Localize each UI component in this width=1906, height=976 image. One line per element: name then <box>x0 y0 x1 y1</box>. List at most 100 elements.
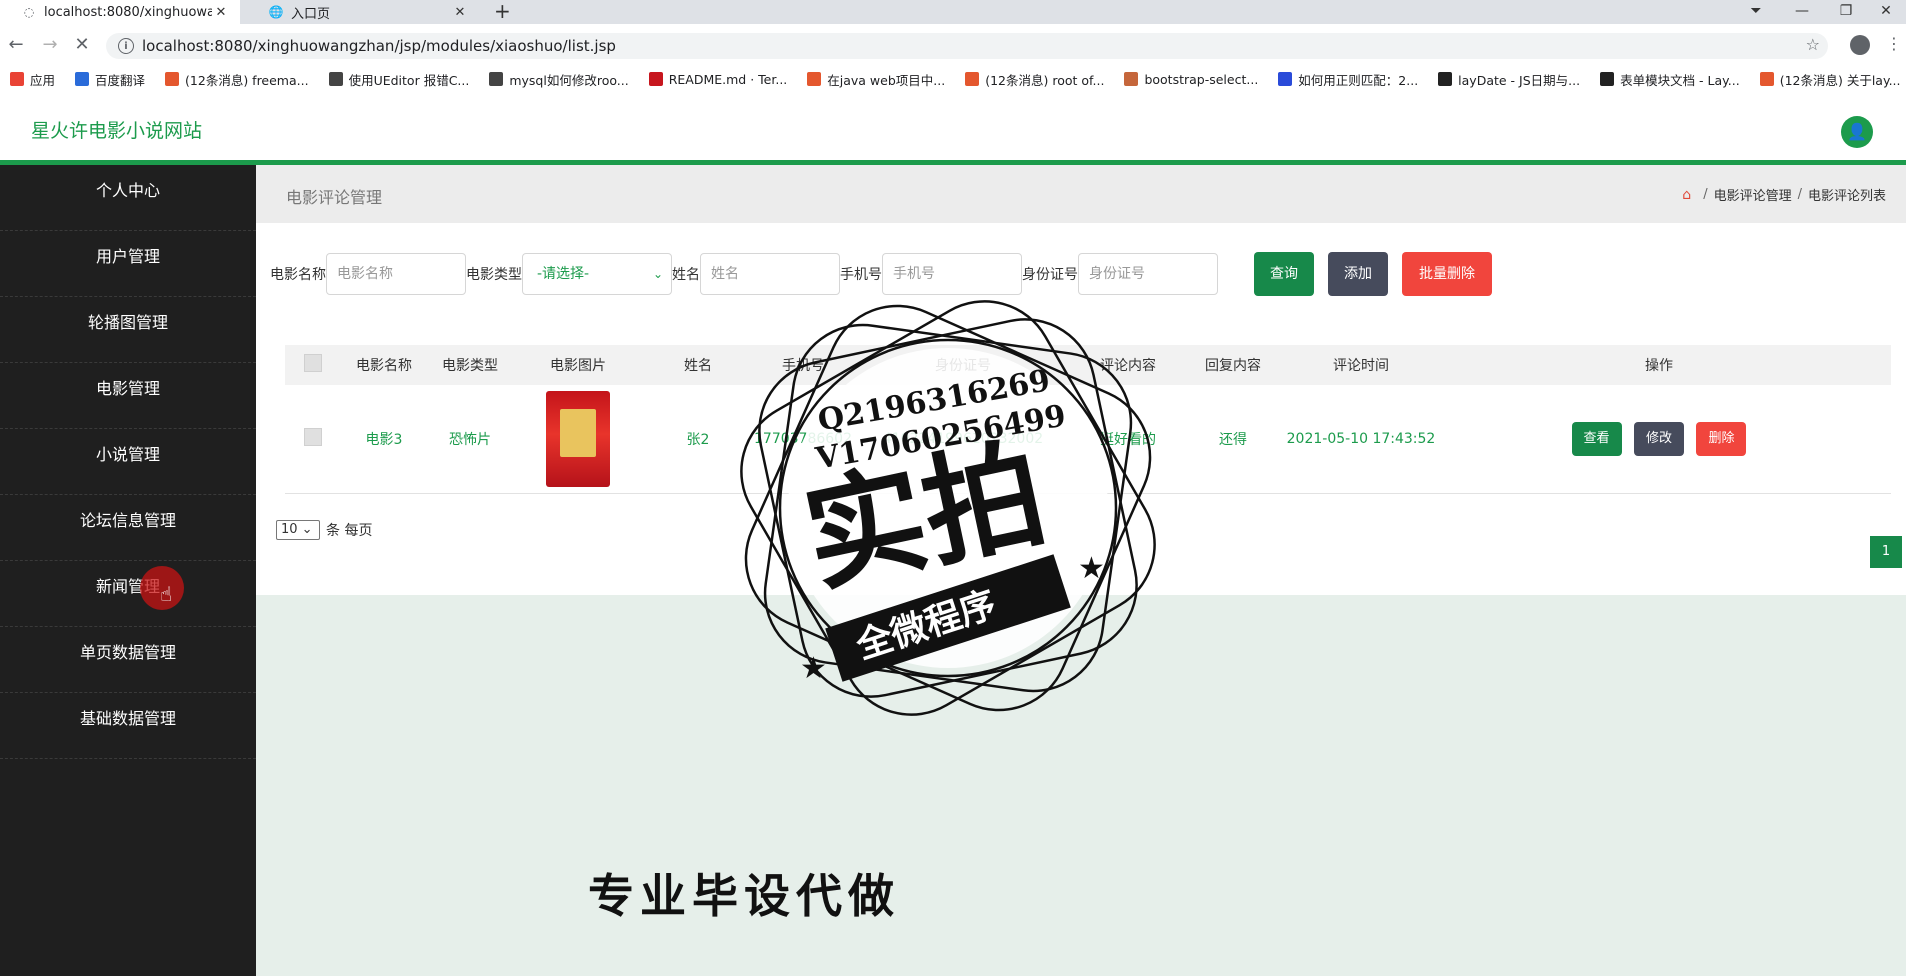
sidebar-item-news-management[interactable]: 新闻管理 <box>0 561 256 627</box>
delete-button[interactable]: 删除 <box>1696 422 1747 456</box>
browser-tab[interactable]: 🌐 入口页 ✕ <box>247 0 479 24</box>
sidebar-item-forum-management[interactable]: 论坛信息管理 <box>0 495 256 561</box>
browser-tab-active[interactable]: ◌ localhost:8080/xinghuowangzi ✕ <box>0 0 240 24</box>
browser-tab-bar: ◌ localhost:8080/xinghuowangzi ✕ 🌐 入口页 ✕… <box>0 0 1906 24</box>
tab-search-icon[interactable]: ⏷ <box>1736 0 1776 24</box>
url-text: localhost:8080/xinghuowangzhan/jsp/modul… <box>142 37 616 55</box>
new-tab-button[interactable]: + <box>494 0 511 24</box>
movie-type-label: 电影类型 <box>466 267 522 283</box>
bookmark-favicon-icon <box>807 72 822 86</box>
breadcrumb-separator: / <box>1703 187 1708 202</box>
restore-icon[interactable]: ❐ <box>1826 0 1866 24</box>
bookmark-label: 使用UEditor 报错C... <box>348 72 470 88</box>
globe-icon: 🌐 <box>268 5 284 19</box>
column-header: 电影图片 <box>550 358 606 374</box>
chevron-down-icon: ⌄ <box>652 267 663 281</box>
name-label: 姓名 <box>672 267 700 283</box>
stop-loading-icon[interactable]: ✕ <box>70 33 94 57</box>
bookmark-item[interactable]: bootstrap-select... <box>1124 72 1258 87</box>
site-info-icon[interactable]: i <box>118 38 134 54</box>
bottom-promo-text: 专业毕设代做 <box>588 869 900 923</box>
bookmark-star-icon[interactable]: ☆ <box>1806 35 1820 54</box>
close-tab-icon[interactable]: ✕ <box>212 5 230 20</box>
bookmark-item[interactable]: 在java web项目中... <box>807 70 945 89</box>
query-button[interactable]: 查询 <box>1254 252 1314 296</box>
bookmark-favicon-icon <box>965 72 980 86</box>
movie-type-select[interactable]: -请选择- ⌄ <box>522 253 672 295</box>
minimize-icon[interactable]: — <box>1782 0 1822 24</box>
bookmark-favicon-icon <box>10 72 24 86</box>
row-checkbox[interactable] <box>304 428 322 446</box>
address-bar-row: ← → ✕ i localhost:8080/xinghuowangzhan/j… <box>0 24 1906 66</box>
cell-movie-name: 电影3 <box>365 432 403 448</box>
movie-name-input[interactable]: 电影名称 <box>326 253 466 295</box>
site-title: 星火许电影小说网站 <box>31 120 203 142</box>
bookmark-favicon-icon <box>489 72 504 86</box>
bookmark-favicon-icon <box>1600 72 1615 86</box>
breadcrumb-item: 电影评论列表 <box>1807 189 1886 204</box>
edit-button[interactable]: 修改 <box>1633 422 1684 456</box>
bookmark-label: (12条消息) freema... <box>185 72 309 88</box>
bookmark-favicon-icon <box>328 72 343 86</box>
bookmark-item[interactable]: README.md · Ter... <box>648 71 788 87</box>
bookmark-item[interactable]: 如何用正则匹配：2... <box>1278 70 1418 89</box>
page-size-label: 条 每页 <box>326 523 373 539</box>
add-button[interactable]: 添加 <box>1328 252 1388 296</box>
close-tab-icon[interactable]: ✕ <box>451 5 469 20</box>
page-title: 电影评论管理 <box>286 188 383 207</box>
page-number-button[interactable]: 1 <box>1870 536 1902 568</box>
profile-icon[interactable] <box>1850 35 1870 55</box>
view-button[interactable]: 查看 <box>1571 422 1622 456</box>
browser-menu-icon[interactable]: ⋮ <box>1886 33 1902 55</box>
breadcrumb: ⌂ / 电影评论管理 / 电影评论列表 <box>1682 185 1886 205</box>
tab-title: localhost:8080/xinghuowangzi <box>44 4 212 20</box>
bookmark-item[interactable]: (12条消息) root of... <box>965 70 1104 89</box>
bookmark-item[interactable]: (12条消息) 关于lay... <box>1759 70 1901 89</box>
bookmark-favicon-icon <box>1759 72 1774 86</box>
bookmark-item[interactable]: 应用 <box>10 70 55 89</box>
sidebar-item-single-page-management[interactable]: 单页数据管理 <box>0 627 256 693</box>
sidebar-item-user-management[interactable]: 用户管理 <box>0 231 256 297</box>
sidebar-item-carousel-management[interactable]: 轮播图管理 <box>0 297 256 363</box>
cell-reply: 还得 <box>1219 432 1247 448</box>
column-header: 评论时间 <box>1333 358 1389 374</box>
loading-icon: ◌ <box>23 5 35 19</box>
bookmark-item[interactable]: (12条消息) freema... <box>165 70 309 89</box>
home-icon[interactable]: ⌂ <box>1682 187 1691 203</box>
bookmark-item[interactable]: 百度翻译 <box>75 70 145 89</box>
bookmark-item[interactable]: 表单模块文档 - Lay... <box>1600 70 1740 89</box>
sidebar-item-basic-data-management[interactable]: 基础数据管理 <box>0 693 256 759</box>
forward-icon[interactable]: → <box>38 33 62 57</box>
column-header: 操作 <box>1645 358 1673 374</box>
bookmark-label: 在java web项目中... <box>827 72 946 88</box>
batch-delete-button[interactable]: 批量删除 <box>1402 252 1492 296</box>
bookmark-label: 百度翻译 <box>95 72 146 88</box>
user-avatar-icon[interactable]: 👤 <box>1841 116 1873 148</box>
bookmark-label: 应用 <box>30 72 56 88</box>
movie-name-label: 电影名称 <box>270 267 326 283</box>
hand-cursor-icon: ☝ <box>160 582 173 606</box>
tab-title: 入口页 <box>291 6 331 22</box>
sidebar-item-personal-center[interactable]: 个人中心 <box>0 165 256 231</box>
sidebar-item-movie-management[interactable]: 电影管理 <box>0 363 256 429</box>
bookmark-label: 如何用正则匹配：2... <box>1298 72 1419 88</box>
bookmark-item[interactable]: mysql如何修改roo... <box>489 70 629 89</box>
bookmark-favicon-icon <box>165 72 180 86</box>
movie-poster-image <box>546 391 610 487</box>
sidebar-item-novel-management[interactable]: 小说管理 <box>0 429 256 495</box>
column-header: 电影类型 <box>442 358 498 374</box>
select-all-checkbox[interactable] <box>304 354 322 372</box>
bookmark-label: README.md · Ter... <box>668 71 788 87</box>
back-icon[interactable]: ← <box>4 33 28 57</box>
url-field[interactable]: i localhost:8080/xinghuowangzhan/jsp/mod… <box>106 33 1828 59</box>
bookmarks-bar: 应用 百度翻译 (12条消息) freema... 使用UEditor 报错C... m… <box>0 66 1906 92</box>
watermark-stamp: Q2196316269 V17060256499 实拍 全微程序 ★ ★ <box>740 300 1156 716</box>
bookmark-favicon-icon <box>648 72 663 86</box>
breadcrumb-item[interactable]: 电影评论管理 <box>1714 185 1792 204</box>
bookmark-label: (12条消息) 关于lay... <box>1779 72 1901 88</box>
bookmark-item[interactable]: 使用UEditor 报错C... <box>328 70 470 89</box>
bookmark-favicon-icon <box>1124 72 1139 86</box>
bookmark-item[interactable]: layDate - JS日期与... <box>1438 70 1580 89</box>
window-close-icon[interactable]: ✕ <box>1866 0 1906 24</box>
page-size-select[interactable]: 10 ⌄ <box>276 520 320 540</box>
